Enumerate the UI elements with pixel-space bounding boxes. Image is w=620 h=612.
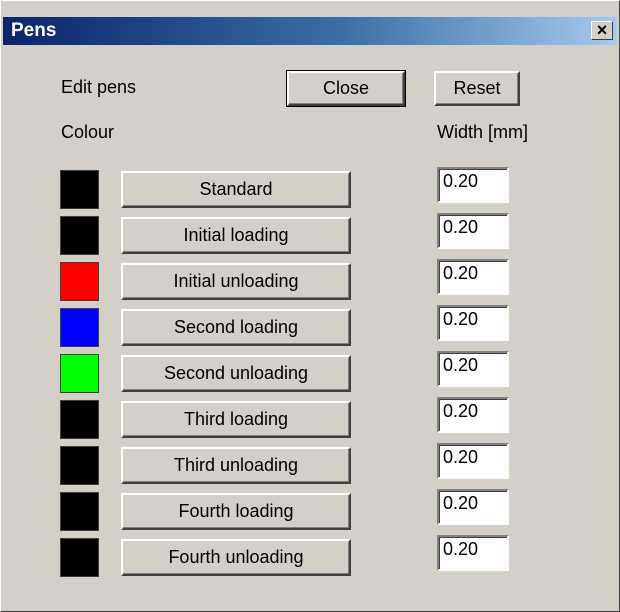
pen-colour-swatch[interactable] bbox=[60, 216, 99, 255]
pen-width-field[interactable]: 0.20 bbox=[437, 305, 509, 341]
close-icon[interactable]: × bbox=[591, 21, 613, 40]
pen-button[interactable]: Standard bbox=[121, 171, 351, 208]
pen-button[interactable]: Fourth loading bbox=[121, 493, 351, 530]
pen-width-field[interactable]: 0.20 bbox=[437, 489, 509, 525]
pen-colour-swatch[interactable] bbox=[60, 538, 99, 577]
pen-width-field[interactable]: 0.20 bbox=[437, 351, 509, 387]
pen-colour-swatch[interactable] bbox=[60, 446, 99, 485]
pen-button[interactable]: Second unloading bbox=[121, 355, 351, 392]
pen-button[interactable]: Second loading bbox=[121, 309, 351, 346]
pen-button[interactable]: Initial unloading bbox=[121, 263, 351, 300]
width-header: Width [mm] bbox=[437, 122, 529, 142]
pen-width-field[interactable]: 0.20 bbox=[437, 213, 509, 249]
close-button[interactable]: Close bbox=[286, 70, 406, 107]
pen-width-field[interactable]: 0.20 bbox=[437, 167, 509, 203]
pen-width-field[interactable]: 0.20 bbox=[437, 535, 509, 571]
pen-button[interactable]: Third unloading bbox=[121, 447, 351, 484]
pen-width-field[interactable]: 0.20 bbox=[437, 443, 509, 479]
colour-header: Colour bbox=[61, 122, 115, 142]
reset-button[interactable]: Reset bbox=[434, 71, 520, 106]
pen-width-field[interactable]: 0.20 bbox=[437, 259, 509, 295]
pen-colour-swatch[interactable] bbox=[60, 400, 99, 439]
pen-colour-swatch[interactable] bbox=[60, 262, 99, 301]
pen-colour-swatch[interactable] bbox=[60, 492, 99, 531]
dialog-title: Pens bbox=[11, 20, 57, 41]
edit-pens-label: Edit pens bbox=[61, 77, 137, 97]
pen-button[interactable]: Initial loading bbox=[121, 217, 351, 254]
pen-colour-swatch[interactable] bbox=[60, 354, 99, 393]
pen-colour-swatch[interactable] bbox=[60, 308, 99, 347]
title-bar[interactable]: Pens × bbox=[3, 17, 617, 45]
pen-button[interactable]: Third loading bbox=[121, 401, 351, 438]
pen-colour-swatch[interactable] bbox=[60, 170, 99, 209]
pens-dialog: Pens × Edit pens Colour Width [mm] Close… bbox=[0, 0, 620, 612]
pen-width-field[interactable]: 0.20 bbox=[437, 397, 509, 433]
pen-button[interactable]: Fourth unloading bbox=[121, 539, 351, 576]
